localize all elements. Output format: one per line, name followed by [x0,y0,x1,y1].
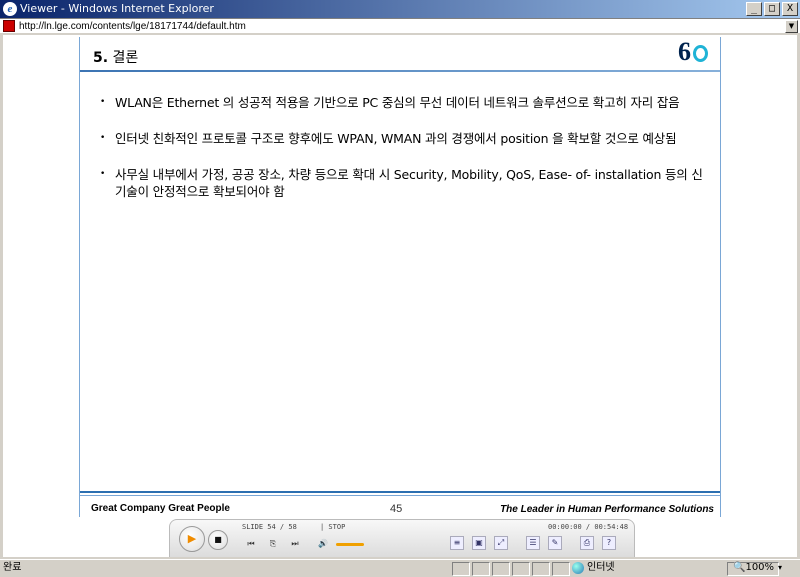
volume-slider[interactable] [336,543,364,546]
fullscreen-icon[interactable]: ▣ [472,536,486,550]
window-title: Viewer - Windows Internet Explorer [20,2,214,15]
volume-icon[interactable]: 🔊 [316,538,330,550]
previous-slide-icon[interactable]: ⏮ [244,538,258,550]
status-bar: 완료 인터넷 🔍100% ▾ [0,559,800,577]
globe-icon [572,562,584,574]
status-panel [452,562,470,576]
maximize-button[interactable]: □ [764,2,780,16]
zoom-value: 100% [745,562,775,573]
bullet-dot-icon: • [100,97,106,107]
zoom-dropdown-icon[interactable]: ▾ [778,560,782,576]
stop-button[interactable]: ■ [208,530,228,550]
status-panel [492,562,510,576]
address-dropdown-button[interactable]: ▼ [785,20,798,33]
next-slide-icon[interactable]: ⏭ [288,538,302,550]
window-title-bar: e Viewer - Windows Internet Explorer _ □… [0,0,800,18]
pages-icon[interactable]: ⎘ [266,538,280,550]
playback-time: 00:00:00 / 00:54:48 [548,523,629,531]
status-text: 완료 [3,562,22,573]
bullet-list: • WLAN은 Ethernet 의 성공적 적용을 기반으로 PC 중심의 무선… [100,94,705,219]
page-favicon-icon [3,20,15,32]
address-url[interactable]: http://ln.lge.com/contents/lge/18171744/… [19,20,246,33]
bullet-dot-icon: • [100,169,106,179]
zone-label: 인터넷 [587,562,615,573]
print-icon[interactable]: ⎙ [580,536,594,550]
bullet-text: 사무실 내부에서 가정, 공공 장소, 차량 등으로 확대 시 Security… [115,167,703,199]
playback-state: | STOP [320,523,346,531]
status-panel [532,562,550,576]
logo-six: 6 [678,37,691,66]
content-viewport: 5. 결론 6 • WLAN은 Ethernet 의 성공적 적용을 기반으로 P… [3,35,797,557]
bullet-item: • 인터넷 친화적인 프로토콜 구조로 향후에도 WPAN, WMAN 과의 경쟁… [100,130,705,147]
status-panel [552,562,570,576]
media-player-controls: ▶ ■ SLIDE 54 / 58 | STOP 00:00:00 / 00:5… [169,519,635,557]
status-panel [512,562,530,576]
list-icon[interactable]: ☰ [526,536,540,550]
page-number: 45 [390,503,403,515]
slide-title-text: 결론 [112,50,139,66]
security-zone[interactable]: 인터넷 [572,560,615,576]
bullet-text: 인터넷 친화적인 프로토콜 구조로 향후에도 WPAN, WMAN 과의 경쟁에… [115,131,677,146]
zoom-level[interactable]: 🔍100% [733,560,774,576]
presentation-slide: 5. 결론 6 • WLAN은 Ethernet 의 성공적 적용을 기반으로 P… [79,37,721,517]
expand-icon[interactable]: ⤢ [494,536,508,550]
slide-counter: SLIDE 54 / 58 [242,523,297,531]
title-divider [80,70,720,72]
footer-divider-thin [80,495,720,496]
close-button[interactable]: X [782,2,798,16]
logo-ring-icon [693,45,708,62]
outline-icon[interactable]: ≡ [450,536,464,550]
address-bar[interactable]: http://ln.lge.com/contents/lge/18171744/… [0,18,800,34]
notes-icon[interactable]: ✎ [548,536,562,550]
minimize-button[interactable]: _ [746,2,762,16]
help-icon[interactable]: ? [602,536,616,550]
window-controls: _ □ X [744,2,798,16]
slide-title-number: 5. [93,50,109,66]
footer-tagline: The Leader in Human Performance Solution… [500,504,714,515]
bullet-item: • WLAN은 Ethernet 의 성공적 적용을 기반으로 PC 중심의 무선… [100,94,705,111]
status-panel [472,562,490,576]
internet-explorer-icon: e [3,2,17,16]
footer-slogan: Great Company Great People [91,503,230,514]
anniversary-logo: 6 [678,37,712,67]
bullet-item: • 사무실 내부에서 가정, 공공 장소, 차량 등으로 확대 시 Securit… [100,166,705,200]
slide-title: 5. 결론 [93,47,138,67]
play-button[interactable]: ▶ [179,526,205,552]
footer-divider [80,491,720,493]
bullet-dot-icon: • [100,133,106,143]
bullet-text: WLAN은 Ethernet 의 성공적 적용을 기반으로 PC 중심의 무선 … [115,95,680,110]
